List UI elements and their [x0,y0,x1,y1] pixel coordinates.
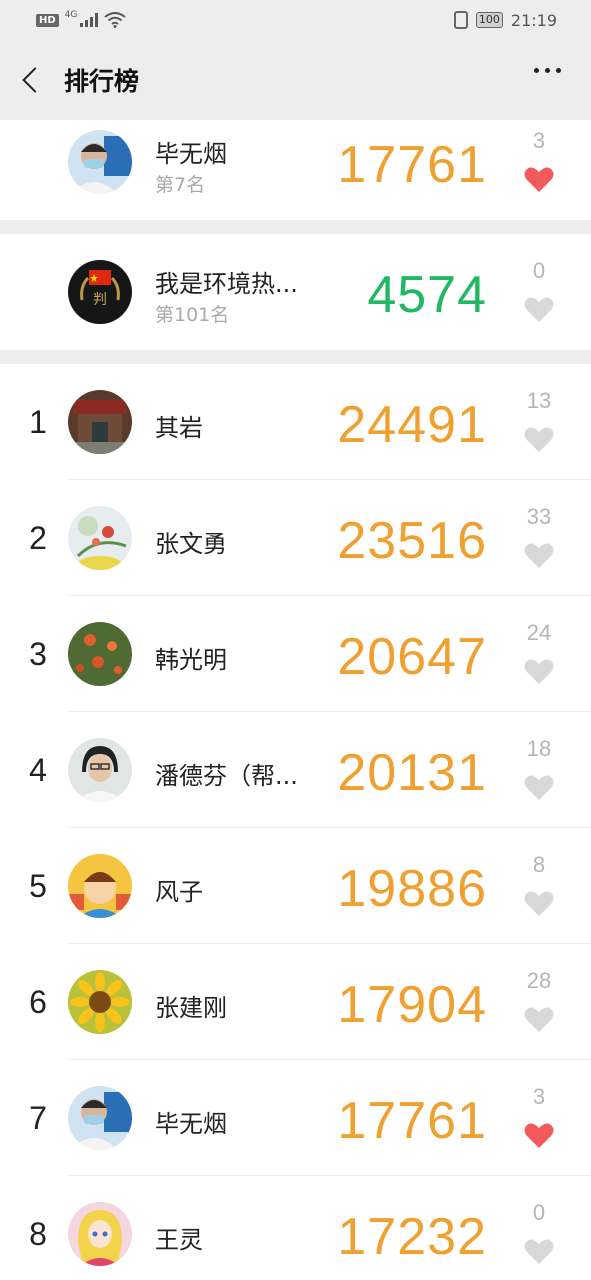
heart-icon[interactable] [524,166,554,193]
list-item[interactable]: 1 其岩 24491 13 [0,364,591,480]
user-name: 毕无烟 [155,1110,227,1138]
team-rank-card[interactable]: 判 我是环境热... 第101名 4574 0 [0,234,591,350]
nav-bar: 排行榜 [0,40,591,120]
avatar [68,390,132,454]
my-steps: 17761 [337,136,487,194]
avatar [68,854,132,918]
user-name: 韩光明 [155,646,227,674]
clock: 21:19 [510,10,557,30]
more-button[interactable] [534,68,561,73]
page-title: 排行榜 [64,67,140,96]
avatar [68,1202,132,1266]
user-name: 风子 [155,878,203,906]
like-count: 28 [526,968,552,993]
like-count: 0 [532,1200,546,1225]
heart-icon[interactable] [524,1006,554,1033]
user-name: 张文勇 [155,530,227,558]
network-type: 4G [64,10,78,20]
avatar [68,1086,132,1150]
list-item[interactable]: 7 毕无烟 17761 3 [0,1060,591,1176]
my-like-count: 3 [532,128,546,153]
rank-number: 2 [29,520,47,556]
rank-number: 1 [29,404,47,440]
rank-number: 8 [29,1216,47,1252]
avatar [68,622,132,686]
user-steps: 24491 [337,396,487,454]
user-steps: 23516 [337,512,487,570]
heart-icon[interactable] [524,542,554,569]
rank-number: 5 [29,868,47,904]
more-dots-icon [534,68,539,73]
heart-icon[interactable] [524,658,554,685]
status-right: 100 21:19 [453,10,557,30]
my-name: 毕无烟 [155,140,227,168]
team-like-count: 0 [532,258,546,283]
like-count: 33 [526,504,552,529]
user-name: 潘德芬（帮... [155,762,298,790]
battery-icon: 100 [475,12,503,28]
list-item[interactable]: 2 张文勇 23516 33 [0,480,591,596]
team-name: 我是环境热... [155,270,298,298]
heart-icon[interactable] [524,296,554,323]
user-steps: 20647 [337,628,487,686]
hd-badge: HD [36,13,59,27]
avatar [68,970,132,1034]
user-steps: 19886 [337,860,487,918]
avatar [68,506,132,570]
list-item[interactable]: 3 韩光明 20647 24 [0,596,591,712]
my-rank-card[interactable]: 毕无烟 第7名 17761 3 [0,120,591,220]
team-avatar: 判 [68,260,132,324]
like-count: 8 [532,852,546,877]
like-count: 13 [526,388,552,413]
user-steps: 17232 [337,1208,487,1266]
heart-icon[interactable] [524,1238,554,1265]
vibrate-icon [453,11,468,29]
heart-icon[interactable] [524,426,554,453]
rank-number: 4 [29,752,47,788]
user-steps: 17761 [337,1092,487,1150]
rank-number: 6 [29,984,47,1020]
user-steps: 17904 [337,976,487,1034]
wifi-icon [104,12,126,28]
list-item[interactable]: 5 风子 19886 8 [0,828,591,944]
user-steps: 20131 [337,744,487,802]
status-bar: HD 4G 100 21:19 [0,0,591,40]
like-count: 18 [526,736,552,761]
team-steps: 4574 [367,266,487,324]
user-name: 王灵 [155,1226,203,1254]
list-item[interactable]: 8 王灵 17232 0 [0,1176,591,1280]
list-item[interactable]: 4 潘德芬（帮... 20131 18 [0,712,591,828]
like-count: 3 [532,1084,546,1109]
status-left: HD 4G [36,10,126,28]
back-button[interactable] [0,40,60,120]
rank-number: 3 [29,636,47,672]
avatar [68,130,132,194]
svg-text:判: 判 [93,292,107,308]
user-name: 张建刚 [155,994,227,1022]
list-item[interactable]: 6 张建刚 17904 28 [0,944,591,1060]
rank-number: 7 [29,1100,47,1136]
avatar [68,738,132,802]
heart-icon[interactable] [524,890,554,917]
chevron-left-icon [22,67,48,93]
heart-icon[interactable] [524,774,554,801]
user-name: 其岩 [155,414,203,442]
signal-icon [80,13,99,27]
my-rank-text: 第7名 [155,174,206,196]
like-count: 24 [526,620,552,645]
team-rank-text: 第101名 [155,304,230,326]
heart-icon[interactable] [524,1122,554,1149]
